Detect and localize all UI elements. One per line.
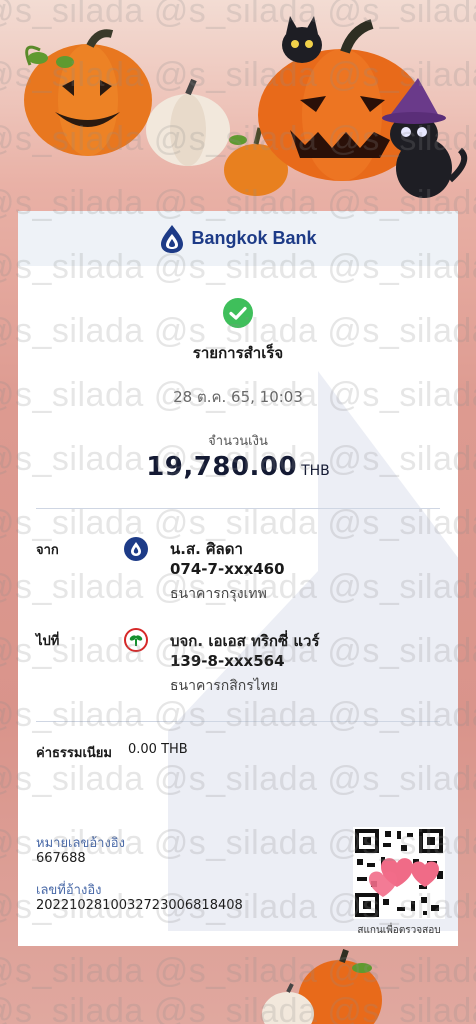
reference-number-label: เลขที่อ้างอิง bbox=[36, 883, 102, 898]
qr-code-icon[interactable] bbox=[353, 827, 445, 919]
kasikorn-bank-icon bbox=[124, 628, 148, 652]
from-name: น.ส. ศิลดา bbox=[170, 540, 243, 558]
bank-header: Bangkok Bank bbox=[18, 211, 458, 266]
qr-caption: สแกนเพื่อตรวจสอบ bbox=[357, 925, 441, 936]
fee-value: 0.00 THB bbox=[128, 742, 188, 757]
halloween-pumpkins-footer bbox=[262, 949, 382, 1024]
reference-value: 667688 bbox=[36, 851, 86, 866]
divider bbox=[36, 508, 440, 509]
transaction-datetime: 28 ต.ค. 65, 10:03 bbox=[173, 388, 303, 406]
reference-label: หมายเลขอ้างอิง bbox=[36, 836, 125, 851]
success-check-icon bbox=[223, 298, 253, 328]
bangkok-bank-icon bbox=[124, 537, 148, 561]
transfer-receipt-card: Bangkok Bank รายการสำเร็จ 28 ต.ค. 65, 10… bbox=[18, 211, 458, 946]
amount-currency: THB bbox=[301, 463, 330, 479]
amount-value: 19,780.00 bbox=[146, 452, 298, 482]
halloween-pumpkins-banner bbox=[24, 16, 468, 198]
transaction-status: รายการสำเร็จ bbox=[192, 344, 284, 362]
black-cat-icon bbox=[282, 16, 322, 63]
amount-label: จำนวนเงิน bbox=[208, 434, 268, 449]
to-name: บจก. เอเอส ทริกซี่ แวร์ bbox=[170, 632, 320, 650]
from-label: จาก bbox=[36, 543, 59, 558]
reference-number-value: 20221028100327230068184​08 bbox=[36, 898, 243, 913]
white-pumpkin-icon bbox=[146, 78, 230, 166]
divider bbox=[36, 721, 440, 722]
from-bank: ธนาคารกรุงเทพ bbox=[170, 586, 267, 602]
pumpkin-left-icon bbox=[24, 29, 152, 156]
to-account: 139-8-xxx564 bbox=[170, 652, 285, 670]
to-bank: ธนาคารกสิกรไทย bbox=[170, 678, 279, 694]
bank-brand-name: Bangkok Bank bbox=[191, 228, 317, 248]
amount-display: 19,780.00 THB bbox=[18, 452, 458, 482]
fee-label: ค่าธรรมเนียม bbox=[36, 746, 112, 761]
from-account: 074-7-xxx460 bbox=[170, 560, 285, 578]
bangkok-bank-logo-icon bbox=[161, 224, 184, 253]
to-label: ไปที่ bbox=[36, 634, 60, 649]
